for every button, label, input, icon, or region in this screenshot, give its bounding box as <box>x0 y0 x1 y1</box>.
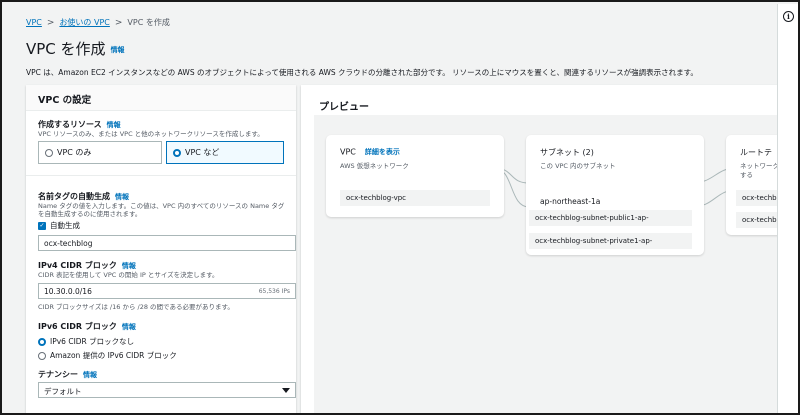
subnet-public-item[interactable]: ocx-techblog-subnet-public1-ap- <box>529 210 692 226</box>
ipv6-none-option[interactable]: IPv6 CIDR ブロックなし <box>38 336 290 347</box>
main-content: VPC > お使いの VPC > VPC を作成 VPC を作成 情報 VPC は、Ama… <box>4 4 777 413</box>
chevron-right-icon: > <box>114 18 123 28</box>
ipv4-label: IPv4 CIDR ブロック 情報 <box>38 261 136 270</box>
subnets-card-title: サブネット (2) <box>540 148 594 157</box>
option-vpc-only-label: VPC のみ <box>57 148 92 157</box>
route-tables-card-title: ルートテ <box>740 148 772 157</box>
tenancy-select[interactable]: デフォルト <box>38 382 296 398</box>
option-vpc-etc-label: VPC など <box>185 148 220 157</box>
breadcrumb-vpc[interactable]: VPC <box>26 18 42 27</box>
ipv4-info-link[interactable]: 情報 <box>122 262 136 270</box>
auto-generate-row[interactable]: ✓ 自動生成 <box>38 220 290 231</box>
subnet-private-item[interactable]: ocx-techblog-subnet-private1-ap- <box>529 233 692 249</box>
resources-description: VPC リソースのみ、または VPC と他のネットワークリソースを作成します。 <box>38 130 264 138</box>
radio-vpc-etc[interactable] <box>173 148 181 157</box>
auto-generate-label: 自動生成 <box>50 221 80 230</box>
name-tag-desc-2: を自動生成するのに使用されます。 <box>38 210 142 218</box>
ipv4-section: IPv4 CIDR ブロック 情報 CIDR 表記を使用して VPC の開始 IP… <box>38 260 290 279</box>
preview-canvas[interactable]: VPC 詳細を表示 AWS 仮想ネットワーク ocx-techblog-vpc サ… <box>314 115 777 413</box>
resources-section: 作成するリソース 情報 VPC リソースのみ、または VPC と他のネットワークリ… <box>38 119 290 138</box>
name-tag-input[interactable]: ocx-techblog <box>38 235 296 251</box>
help-panel-toggle[interactable]: i <box>777 4 798 413</box>
option-vpc-only[interactable]: VPC のみ <box>38 141 162 164</box>
route-tables-card: ルートテ ネットワーク する ocx-techbl ocx-techbl <box>726 135 777 235</box>
vpc-card-title: VPC 詳細を表示 <box>340 147 400 157</box>
page-info-link[interactable]: 情報 <box>111 46 125 54</box>
route-tables-card-sub-2: する <box>740 171 753 179</box>
divider <box>26 175 296 176</box>
ipv6-amazon-label: Amazon 提供の IPv6 CIDR ブロック <box>50 351 177 360</box>
vpc-resource-item[interactable]: ocx-techblog-vpc <box>340 190 490 206</box>
tenancy-section: テナンシー 情報 <box>38 369 290 380</box>
route-table-item[interactable]: ocx-techbl <box>736 190 777 206</box>
radio-ipv6-amazon[interactable] <box>38 351 46 360</box>
option-vpc-etc[interactable]: VPC など <box>166 141 284 164</box>
breadcrumb-your-vpcs[interactable]: お使いの VPC <box>59 18 109 27</box>
radio-vpc-only[interactable] <box>45 148 53 157</box>
window-frame: VPC > お使いの VPC > VPC を作成 VPC を作成 情報 VPC は、Ama… <box>0 0 800 415</box>
chevron-right-icon: > <box>46 18 55 28</box>
preview-panel: プレビュー VPC 詳細を表示 AWS 仮想ネットワーク ocx-techblog… <box>301 85 777 413</box>
page-title-text: VPC を作成 <box>26 40 106 58</box>
name-tag-label: 名前タグの自動生成 情報 <box>38 192 129 201</box>
preview-header: プレビュー <box>319 102 369 113</box>
radio-ipv6-none[interactable] <box>38 337 46 346</box>
ipv4-description: CIDR 表記を使用して VPC の開始 IP とサイズを決定します。 <box>38 271 219 279</box>
resources-info-link[interactable]: 情報 <box>107 121 121 129</box>
route-table-item[interactable]: ocx-techbl <box>736 212 777 228</box>
check-icon[interactable]: ✓ <box>38 221 46 230</box>
breadcrumb: VPC > お使いの VPC > VPC を作成 <box>26 17 170 28</box>
vpc-settings-panel: VPC の設定 作成するリソース 情報 VPC リソースのみ、または VPC と他… <box>26 85 296 413</box>
subnets-card: サブネット (2) この VPC 内のサブネット ap-northeast-1a… <box>526 135 704 255</box>
vpc-settings-header: VPC の設定 <box>26 85 296 111</box>
tenancy-label: テナンシー 情報 <box>38 370 97 379</box>
vpc-details-link[interactable]: 詳細を表示 <box>365 148 400 156</box>
vpc-card-sub: AWS 仮想ネットワーク <box>340 162 409 170</box>
availability-zone-label: ap-northeast-1a <box>540 197 601 206</box>
ipv4-ip-count: 65,536 IPs <box>258 288 290 295</box>
ipv6-label: IPv6 CIDR ブロック 情報 <box>38 322 136 331</box>
caret-down-icon <box>282 388 290 393</box>
ipv6-section: IPv6 CIDR ブロック 情報 IPv6 CIDR ブロックなし Amazon… <box>38 321 290 361</box>
name-tag-info-link[interactable]: 情報 <box>115 193 129 201</box>
name-tag-desc-1: Name タグの値を入力します。この値は、VPC 内のすべてのリソースの Nam… <box>38 202 285 210</box>
vpc-card: VPC 詳細を表示 AWS 仮想ネットワーク ocx-techblog-vpc <box>326 135 504 217</box>
subnets-card-sub: この VPC 内のサブネット <box>540 162 616 170</box>
ipv4-constraint: CIDR ブロックサイズは /16 から /28 の間である必要があります。 <box>38 303 234 311</box>
page-description: VPC は、Amazon EC2 インスタンスなどの AWS のオブジェクトによ… <box>26 68 698 77</box>
ipv6-amazon-option[interactable]: Amazon 提供の IPv6 CIDR ブロック <box>38 350 290 361</box>
ipv6-none-label: IPv6 CIDR ブロックなし <box>50 337 135 346</box>
ipv4-cidr-input[interactable]: 10.30.0.0/16 65,536 IPs <box>38 283 296 299</box>
breadcrumb-current: VPC を作成 <box>127 18 170 27</box>
resources-label: 作成するリソース 情報 <box>38 120 121 129</box>
name-tag-section: 名前タグの自動生成 情報 Name タグの値を入力します。この値は、VPC 内のす… <box>38 191 290 231</box>
ipv6-info-link[interactable]: 情報 <box>122 323 136 331</box>
page-title: VPC を作成 情報 <box>26 38 125 59</box>
info-icon[interactable]: i <box>783 11 794 22</box>
tenancy-info-link[interactable]: 情報 <box>83 371 97 379</box>
